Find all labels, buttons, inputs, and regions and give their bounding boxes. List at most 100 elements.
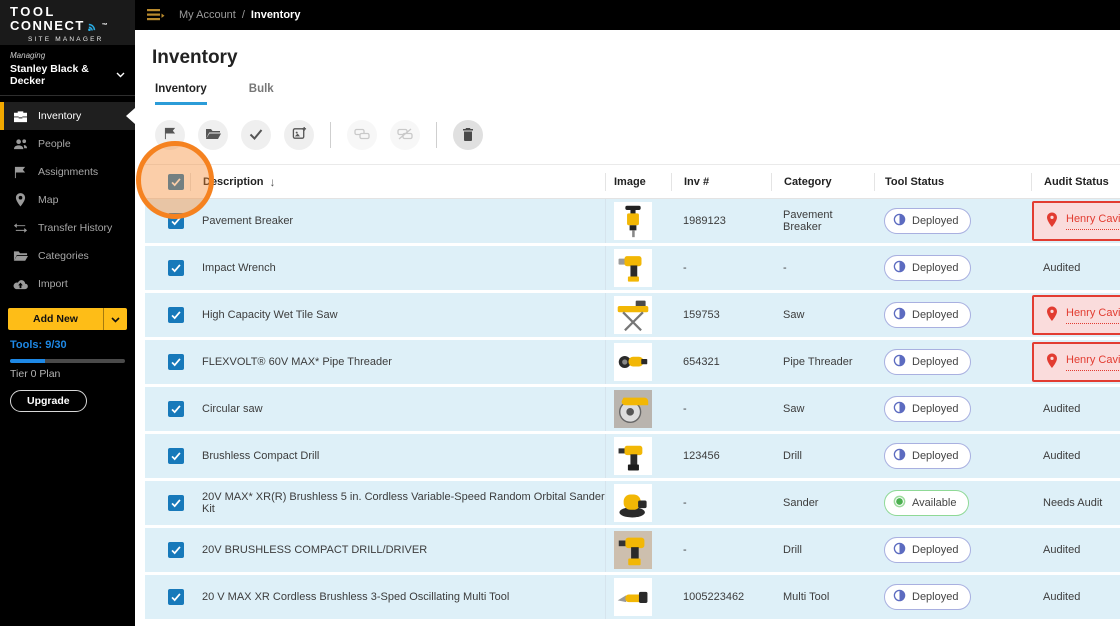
table-row[interactable]: Brushless Compact Drill 123456 Drill Deploy… [145, 434, 1120, 481]
table-row[interactable]: FLEXVOLT® 60V MAX* Pipe Threader 654321 Pi… [145, 340, 1120, 387]
tool-photo [614, 296, 652, 334]
audit-status-text: Needs Audit [1043, 497, 1103, 509]
column-header-image[interactable]: Image [605, 172, 671, 191]
cloud-upload-icon [12, 276, 28, 292]
logo-text-connect: CONNECT ™ [10, 18, 110, 33]
column-header-audit-status[interactable]: Audit Status [1031, 172, 1120, 191]
toolbar-divider [330, 122, 331, 148]
add-image-icon [292, 126, 307, 144]
row-description: High Capacity Wet Tile Saw [202, 309, 338, 321]
row-checkbox[interactable] [168, 448, 184, 464]
row-checkbox[interactable] [168, 354, 184, 370]
deployed-status-icon [893, 354, 906, 370]
sidebar-item-assignments[interactable]: Assignments [0, 158, 135, 186]
tools-count-link[interactable]: Tools: 9/30 [10, 339, 135, 351]
row-checkbox[interactable] [168, 260, 184, 276]
tool-photo [614, 484, 652, 522]
audit-holder-link[interactable]: Henry Cavill [1066, 213, 1120, 230]
table-row[interactable]: Pavement Breaker 1989123 Pavement Breaker D… [145, 199, 1120, 246]
breadcrumb-parent[interactable]: My Account [179, 9, 236, 21]
tool-status-badge[interactable]: Deployed [884, 302, 972, 328]
tool-photo [614, 202, 652, 240]
select-all-checkbox[interactable] [168, 173, 184, 190]
tool-status-badge[interactable]: Deployed [884, 396, 972, 422]
sidebar-item-map[interactable]: Map [0, 186, 135, 214]
location-pin-icon [1046, 306, 1058, 325]
sidebar-item-categories[interactable]: Categories [0, 242, 135, 270]
row-description: 20V BRUSHLESS COMPACT DRILL/DRIVER [202, 544, 428, 556]
tool-status-badge[interactable]: Available [884, 490, 970, 516]
row-checkbox[interactable] [168, 213, 184, 229]
org-switcher[interactable]: Stanley Black & Decker [10, 63, 125, 87]
table-row[interactable]: High Capacity Wet Tile Saw 159753 Saw Deplo… [145, 293, 1120, 340]
flag-button[interactable] [155, 120, 185, 150]
row-inv-number: - [683, 544, 687, 556]
folder-icon [12, 248, 28, 264]
row-inv-number: - [683, 497, 687, 509]
tools-usage-bar [10, 359, 125, 363]
tool-status-badge[interactable]: Deployed [884, 349, 972, 375]
map-pin-icon [12, 192, 28, 208]
table-row[interactable]: 20V BRUSHLESS COMPACT DRILL/DRIVER - Drill… [145, 528, 1120, 575]
audit-holder-link[interactable]: Henry Cavill [1066, 354, 1120, 371]
deployed-status-icon [893, 448, 906, 464]
table-row[interactable]: Circular saw - Saw Deployed Audited [145, 387, 1120, 434]
audit-holder-link[interactable]: Henry Cavill [1066, 307, 1120, 324]
add-new-button[interactable]: Add New [8, 308, 127, 330]
location-pin-icon [1046, 212, 1058, 231]
row-inv-number: 1005223462 [683, 591, 745, 603]
row-category: Sander [783, 497, 819, 509]
flag-icon [12, 164, 28, 180]
row-description: FLEXVOLT® 60V MAX* Pipe Threader [202, 356, 392, 368]
audit-status-text: Audited [1043, 591, 1081, 603]
row-checkbox[interactable] [168, 495, 184, 511]
transfer-arrows-icon [12, 220, 28, 236]
table-row[interactable]: 20 V MAX XR Cordless Brushless 3-Sped Os… [145, 575, 1120, 622]
row-checkbox[interactable] [168, 401, 184, 417]
breadcrumb-current: Inventory [250, 9, 301, 21]
tools-usage-fill [10, 359, 45, 363]
audit-flag-badge[interactable]: Henry Cavill [1032, 342, 1120, 382]
menu-toggle-icon[interactable] [147, 8, 165, 22]
row-checkbox[interactable] [168, 542, 184, 558]
sidebar-item-import[interactable]: Import [0, 270, 135, 298]
bulk-actions-toolbar [155, 120, 1120, 150]
upgrade-button[interactable]: Upgrade [10, 390, 87, 412]
tool-status-badge[interactable]: Deployed [884, 537, 972, 563]
tool-status-badge[interactable]: Deployed [884, 443, 972, 469]
folder-icon [205, 127, 221, 143]
tool-status-badge[interactable]: Deployed [884, 584, 972, 610]
sidebar-item-inventory[interactable]: Inventory [0, 102, 135, 130]
table-row[interactable]: 20V MAX* XR(R) Brushless 5 in. Cordless … [145, 481, 1120, 528]
row-inv-number: 654321 [683, 356, 720, 368]
tab-inventory[interactable]: Inventory [155, 83, 207, 105]
row-category: - [783, 262, 787, 274]
audit-status-text: Audited [1043, 262, 1081, 274]
row-category: Saw [783, 309, 805, 321]
audit-flag-badge[interactable]: Henry Cavill [1032, 295, 1120, 335]
row-checkbox[interactable] [168, 589, 184, 605]
sidebar: TOOL CONNECT ™ SITE MANAGER Managing Sta… [0, 0, 135, 626]
column-header-tool-status[interactable]: Tool Status [874, 172, 1031, 191]
column-header-category[interactable]: Category [771, 172, 874, 191]
add-image-button[interactable] [284, 120, 314, 150]
column-header-inv[interactable]: Inv # [671, 172, 771, 191]
add-new-dropdown-toggle[interactable] [103, 308, 127, 330]
tool-status-badge[interactable]: Deployed [884, 255, 972, 281]
transfer-button [347, 120, 377, 150]
row-inv-number: 159753 [683, 309, 720, 321]
row-checkbox[interactable] [168, 307, 184, 323]
sidebar-item-transfer-history[interactable]: Transfer History [0, 214, 135, 242]
transfer-cancel-icon [397, 128, 413, 143]
tool-status-badge[interactable]: Deployed [884, 208, 972, 234]
tab-bulk[interactable]: Bulk [249, 83, 274, 105]
sidebar-item-people[interactable]: People [0, 130, 135, 158]
folder-button[interactable] [198, 120, 228, 150]
main-content: Inventory Inventory Bulk Description ↓ Im… [135, 30, 1120, 626]
delete-button[interactable] [453, 120, 483, 150]
approve-button[interactable] [241, 120, 271, 150]
column-header-description[interactable]: Description ↓ [190, 172, 605, 191]
chevron-down-icon [116, 69, 125, 81]
table-row[interactable]: Impact Wrench - - Deployed Audited [145, 246, 1120, 293]
audit-flag-badge[interactable]: Henry Cavill [1032, 201, 1120, 241]
